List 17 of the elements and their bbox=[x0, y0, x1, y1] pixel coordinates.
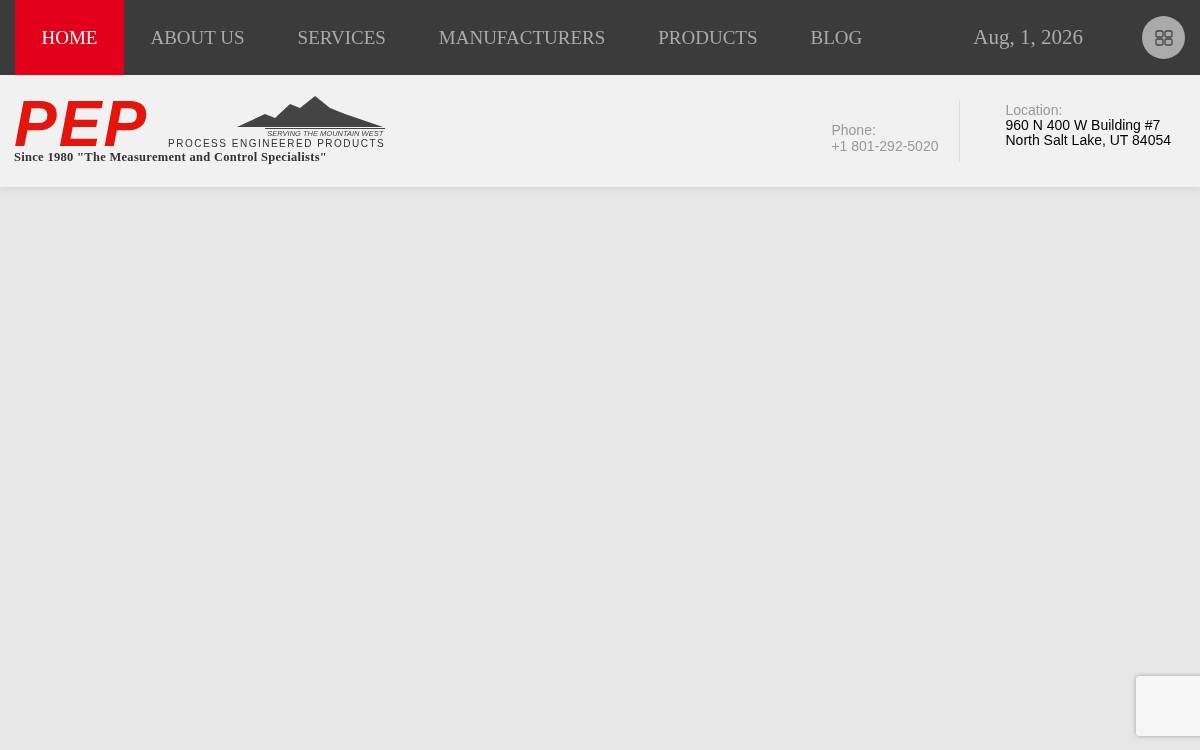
nav-link[interactable]: BLOG bbox=[784, 0, 889, 75]
menu-button[interactable] bbox=[1142, 16, 1185, 59]
grid-icon bbox=[1154, 29, 1173, 46]
nav-link[interactable]: SERVICES bbox=[271, 0, 413, 75]
address-line: North Salt Lake, UT 84054 bbox=[1005, 133, 1171, 148]
nav-link[interactable]: PRODUCTS bbox=[631, 0, 785, 75]
nav-link[interactable]: MANUFACTURERS bbox=[412, 0, 632, 75]
tagline-text: Since 1980 "The Measurement and Control Specialists" bbox=[14, 149, 329, 164]
address-line: 960 N 400 W Building #7 bbox=[1005, 118, 1162, 133]
company-name: PROCESS ENGINEERED PRODUCTS bbox=[168, 137, 386, 150]
phone-number: +1 801-292-5020 bbox=[831, 138, 939, 154]
date-text: Aug, 1, 2026 bbox=[973, 25, 1083, 50]
phone-label: Phone: bbox=[831, 122, 877, 138]
nav-link[interactable]: ABOUT US bbox=[123, 0, 272, 75]
location-label: Location: bbox=[1005, 102, 1064, 118]
logo-mark[interactable]: PEP bbox=[14, 97, 163, 150]
nav-link[interactable]: HOME bbox=[15, 0, 124, 75]
